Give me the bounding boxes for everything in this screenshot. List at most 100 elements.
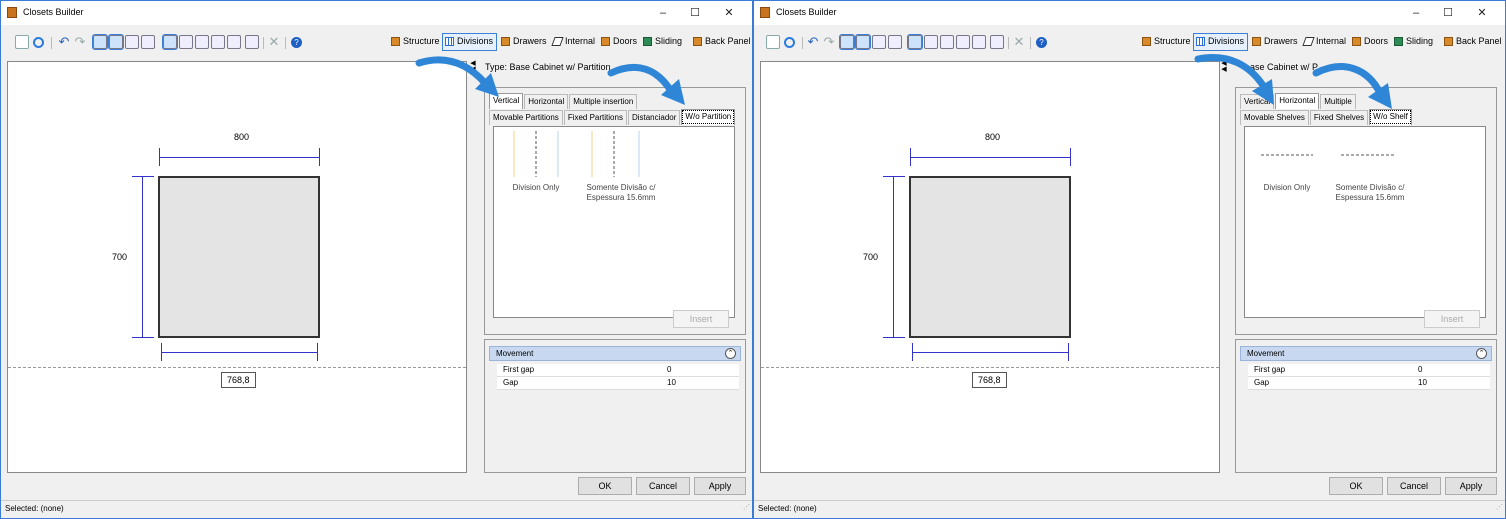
list-item[interactable]: Somente Divisão c/ Espessura 15.6mm bbox=[576, 183, 666, 203]
tab-sliding[interactable]: Sliding bbox=[1392, 34, 1436, 50]
drawing-canvas[interactable]: 800 700 768,8 bbox=[7, 61, 467, 473]
tab-label: Divisions bbox=[1208, 36, 1245, 46]
new-icon[interactable] bbox=[766, 35, 780, 49]
box-icon[interactable] bbox=[872, 35, 886, 49]
tab-label: Doors bbox=[613, 36, 638, 46]
refresh-icon[interactable] bbox=[33, 37, 44, 48]
item-label: Division Only bbox=[1263, 183, 1311, 192]
drawing-canvas[interactable]: 800 700 768,8 bbox=[760, 61, 1220, 473]
property-value[interactable]: 0 bbox=[1418, 364, 1422, 376]
tab-divisions[interactable]: Divisions bbox=[441, 33, 498, 51]
property-row[interactable]: First gap 0 bbox=[1248, 364, 1490, 377]
ok-button[interactable]: OK bbox=[578, 477, 632, 495]
insert-button[interactable]: Insert bbox=[1424, 310, 1480, 328]
movement-header[interactable]: Movement ⌃ bbox=[1240, 346, 1492, 361]
window-icon[interactable] bbox=[990, 35, 1004, 49]
new-icon[interactable] bbox=[15, 35, 29, 49]
undo-icon[interactable]: ↶ bbox=[806, 35, 820, 49]
zoom-extents-icon[interactable] bbox=[940, 35, 954, 49]
list-item[interactable]: Division Only bbox=[508, 183, 564, 193]
movement-header[interactable]: Movement ⌃ bbox=[489, 346, 741, 361]
box-icon[interactable] bbox=[125, 35, 139, 49]
tab-structure[interactable]: Structure bbox=[389, 34, 443, 50]
minimize-button[interactable]: – bbox=[1401, 4, 1431, 22]
zoom-extents-icon[interactable] bbox=[195, 35, 209, 49]
tab-drawers[interactable]: Drawers bbox=[1250, 34, 1301, 50]
tab-fixed-partitions[interactable]: Fixed Partitions bbox=[563, 110, 627, 125]
collapse-icon[interactable]: ⌃ bbox=[1476, 348, 1487, 359]
tab-label: Divisions bbox=[457, 36, 494, 46]
toolbar-separator bbox=[802, 37, 803, 49]
tab-doors[interactable]: Doors bbox=[1350, 34, 1391, 50]
help-icon[interactable]: ? bbox=[1036, 37, 1047, 48]
drawers-icon bbox=[501, 37, 510, 46]
zoom-in-icon[interactable] bbox=[956, 35, 970, 49]
tab-divisions[interactable]: Divisions bbox=[1192, 33, 1249, 51]
undo-icon[interactable]: ↶ bbox=[57, 35, 71, 49]
delete-icon[interactable]: ✕ bbox=[267, 35, 281, 49]
grid-icon[interactable] bbox=[141, 35, 155, 49]
movement-title: Movement bbox=[496, 349, 534, 358]
property-value[interactable]: 10 bbox=[667, 377, 676, 389]
collapse-icon[interactable]: ⌃ bbox=[725, 348, 736, 359]
list-item[interactable]: Division Only bbox=[1259, 183, 1315, 193]
divisions-icon bbox=[1196, 37, 1205, 46]
zoom-in-icon[interactable] bbox=[211, 35, 225, 49]
resize-grip-icon[interactable]: ⋰ bbox=[1496, 500, 1503, 516]
tab-structure[interactable]: Structure bbox=[1140, 34, 1194, 50]
resize-grip-icon[interactable]: ⋰ bbox=[743, 500, 750, 516]
tab-distanciador[interactable]: Distanciador bbox=[627, 110, 681, 125]
apply-button[interactable]: Apply bbox=[1445, 477, 1497, 495]
grid-icon[interactable] bbox=[888, 35, 902, 49]
property-value[interactable]: 0 bbox=[667, 364, 671, 376]
delete-icon[interactable]: ✕ bbox=[1012, 35, 1026, 49]
cancel-button[interactable]: Cancel bbox=[636, 477, 690, 495]
refresh-icon[interactable] bbox=[784, 37, 795, 48]
pan-icon[interactable] bbox=[924, 35, 938, 49]
close-button[interactable]: ✕ bbox=[714, 4, 744, 22]
maximize-button[interactable]: ☐ bbox=[1433, 4, 1463, 22]
redo-icon[interactable]: ↷ bbox=[822, 35, 836, 49]
help-icon[interactable]: ? bbox=[291, 37, 302, 48]
tab-internal[interactable]: Internal bbox=[1302, 34, 1349, 50]
tab-doors[interactable]: Doors bbox=[599, 34, 640, 50]
select-icon[interactable] bbox=[162, 34, 178, 50]
edit-icon[interactable] bbox=[108, 34, 124, 50]
apply-button[interactable]: Apply bbox=[694, 477, 746, 495]
property-row[interactable]: First gap 0 bbox=[497, 364, 739, 377]
window-icon[interactable] bbox=[245, 35, 259, 49]
cancel-button[interactable]: Cancel bbox=[1387, 477, 1441, 495]
property-row[interactable]: Gap 10 bbox=[1248, 377, 1490, 390]
tab-back-panel[interactable]: Back Panel bbox=[1442, 34, 1505, 50]
tab-horizontal[interactable]: Horizontal bbox=[524, 94, 569, 109]
redo-icon[interactable]: ↷ bbox=[73, 35, 87, 49]
zoom-out-icon[interactable] bbox=[972, 35, 986, 49]
tab-back-panel[interactable]: Back Panel bbox=[691, 34, 752, 50]
property-row[interactable]: Gap 10 bbox=[497, 377, 739, 390]
tab-internal[interactable]: Internal bbox=[551, 34, 598, 50]
tab-sliding[interactable]: Sliding bbox=[641, 34, 685, 50]
closets-builder-window: Closets Builder – ☐ ✕ ↶ ↷ ✕ ? Structure … bbox=[0, 0, 753, 519]
cabinet-body[interactable] bbox=[158, 176, 320, 338]
measured-width-box: 768,8 bbox=[972, 372, 1007, 388]
edit-icon[interactable] bbox=[855, 34, 871, 50]
tab-movable-partitions[interactable]: Movable Partitions bbox=[489, 110, 563, 125]
close-button[interactable]: ✕ bbox=[1467, 4, 1497, 22]
list-item[interactable]: Somente Divisão c/ Espessura 15.6mm bbox=[1325, 183, 1415, 203]
insert-button[interactable]: Insert bbox=[673, 310, 729, 328]
cabinet-body[interactable] bbox=[909, 176, 1071, 338]
item-label: Somente Divisão c/ bbox=[1335, 183, 1405, 192]
zoom-out-icon[interactable] bbox=[227, 35, 241, 49]
tab-drawers[interactable]: Drawers bbox=[499, 34, 550, 50]
divisions-icon bbox=[445, 37, 454, 46]
tab-movable-shelves[interactable]: Movable Shelves bbox=[1240, 110, 1309, 125]
pan-icon[interactable] bbox=[179, 35, 193, 49]
maximize-button[interactable]: ☐ bbox=[680, 4, 710, 22]
pencil-icon[interactable] bbox=[839, 34, 855, 50]
property-value[interactable]: 10 bbox=[1418, 377, 1427, 389]
select-icon[interactable] bbox=[907, 34, 923, 50]
ok-button[interactable]: OK bbox=[1329, 477, 1383, 495]
minimize-button[interactable]: – bbox=[648, 4, 678, 22]
tab-without-partition[interactable]: W/o Partition bbox=[681, 109, 736, 125]
pencil-icon[interactable] bbox=[92, 34, 108, 50]
